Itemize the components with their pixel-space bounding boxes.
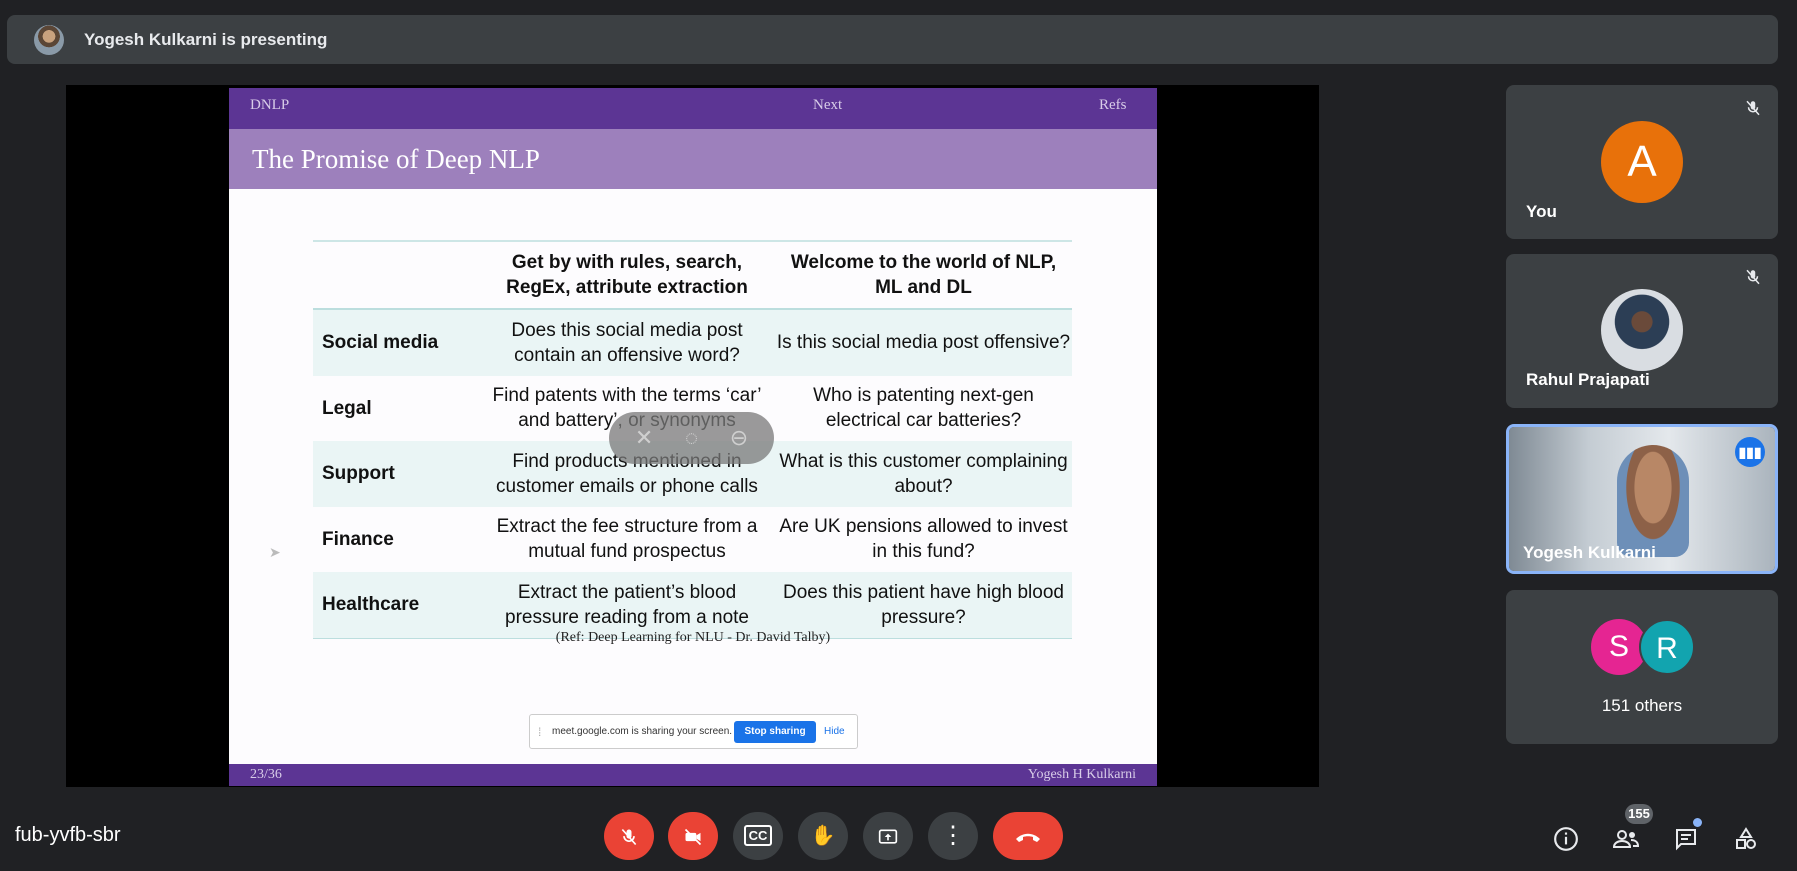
participant-tile-yogesh[interactable]: ▮▮▮ Yogesh Kulkarni: [1506, 424, 1778, 574]
captions-button[interactable]: CC: [733, 812, 783, 860]
more-options-icon: ⋮: [941, 822, 965, 849]
row-deep-cell: Is this social media post offensive?: [775, 309, 1072, 376]
others-count: 151 others: [1601, 696, 1683, 715]
speaking-indicator-icon: ▮▮▮: [1735, 437, 1765, 467]
presenter-avatar: [34, 24, 64, 55]
slide-nav-right: Refs: [1099, 97, 1127, 113]
others-tile[interactable]: S R 151 others: [1506, 590, 1778, 744]
camera-off-icon: [684, 828, 702, 845]
row-deep-cell: What is this customer complaining about?: [775, 441, 1072, 507]
mic-off-icon: [1742, 268, 1764, 290]
remove-icon[interactable]: ⊖: [730, 425, 748, 451]
table-row: Social media Does this social media post…: [313, 309, 1072, 376]
slide-footer: 23/36 Yogesh H Kulkarni: [229, 764, 1157, 786]
participant-tile-rahul[interactable]: Rahul Prajapati: [1506, 254, 1778, 408]
row-deep-cell: Who is patenting next-gen electrical car…: [813, 385, 1034, 432]
more-options-button[interactable]: ⋮: [928, 812, 978, 860]
presenter-text: Yogesh Kulkarni is presenting: [84, 29, 328, 49]
participant-face: [1617, 445, 1689, 557]
present-icon: [878, 829, 898, 844]
unpin-icon[interactable]: ✕: [635, 425, 653, 451]
stop-sharing-button[interactable]: Stop sharing: [734, 721, 816, 743]
avatar: R: [1639, 619, 1695, 675]
activities-icon: [1736, 827, 1756, 850]
camera-toggle-button[interactable]: [668, 812, 718, 860]
drag-handle-icon[interactable]: ⁞: [538, 725, 541, 739]
present-button[interactable]: [863, 812, 913, 860]
slide-nav-left: DNLP: [250, 97, 290, 113]
table-header-rules: Get by with rules, search, RegEx, attrib…: [506, 252, 748, 298]
activities-button[interactable]: [1728, 820, 1764, 856]
raise-hand-button[interactable]: ✋: [798, 812, 848, 860]
slide-title: The Promise of Deep NLP: [252, 144, 540, 174]
sharing-banner: ⁞ meet.google.com is sharing your screen…: [529, 714, 858, 749]
row-label: Finance: [322, 528, 394, 550]
row-label: Social media: [313, 309, 479, 376]
table-row: Healthcare Extract the patient’s blood p…: [313, 572, 1072, 638]
avatar: A: [1601, 121, 1683, 203]
people-count-badge: 155: [1625, 804, 1653, 824]
row-label: Legal: [322, 397, 372, 419]
mic-off-icon: [621, 828, 637, 845]
row-deep-cell: Does this patient have high blood pressu…: [775, 572, 1072, 638]
raise-hand-icon: ✋: [810, 825, 836, 847]
chat-icon: [1676, 829, 1696, 851]
row-label: Healthcare: [313, 572, 479, 638]
participant-name: Yogesh Kulkarni: [1523, 543, 1656, 562]
sharing-message: meet.google.com is sharing your screen.: [552, 726, 733, 737]
table-row: Finance Extract the fee structure from a…: [313, 507, 1072, 573]
slide-nav-bar: DNLP Next Refs: [229, 88, 1157, 129]
info-icon: [1554, 827, 1578, 852]
slide-author: Yogesh H Kulkarni: [1027, 767, 1136, 782]
presentation-hover-controls: ✕ ◌ ⊖: [609, 412, 774, 464]
table-header-empty: [313, 241, 479, 309]
hide-banner-button[interactable]: Hide: [824, 726, 845, 737]
row-deep-cell: Are UK pensions allowed to invest in thi…: [779, 516, 1068, 563]
slide-page-number: 23/36: [250, 767, 282, 782]
bottom-control-bar: fub-yvfb-sbr CC ✋ ⋮ 155: [0, 796, 1797, 871]
avatar: [1601, 289, 1683, 371]
table-header-deep: Welcome to the world of NLP, ML and DL: [790, 252, 1057, 298]
end-call-icon: [1016, 833, 1040, 842]
presenter-bar: Yogesh Kulkarni is presenting: [7, 15, 1778, 64]
row-rules-cell: Extract the fee structure from a mutual …: [496, 516, 758, 563]
chat-notification-dot: [1693, 818, 1702, 827]
row-rules-cell: Does this social media post contain an o…: [479, 309, 775, 376]
people-button[interactable]: [1608, 820, 1644, 856]
slide-title-bar: The Promise of Deep NLP: [229, 129, 1157, 189]
table-header-row: Get by with rules, search, RegEx, attrib…: [313, 241, 1072, 309]
mouse-cursor-icon: ➤: [269, 544, 281, 560]
slide-reference: (Ref: Deep Learning for NLU - Dr. David …: [555, 630, 831, 645]
people-icon: [1612, 830, 1640, 849]
participant-tile-you[interactable]: A You: [1506, 85, 1778, 239]
end-call-button[interactable]: [993, 812, 1063, 860]
captions-icon: CC: [743, 825, 773, 846]
row-rules-cell: Extract the patient’s blood pressure rea…: [479, 572, 775, 638]
slide-nav-center: Next: [813, 97, 843, 113]
mute-presentation-icon[interactable]: ◌: [685, 425, 698, 451]
mic-toggle-button[interactable]: [604, 812, 654, 860]
meeting-code: fub-yvfb-sbr: [15, 824, 121, 846]
row-label: Support: [313, 441, 479, 507]
mic-off-icon: [1742, 99, 1764, 121]
participant-name: You: [1526, 202, 1557, 221]
meeting-details-button[interactable]: [1548, 820, 1584, 856]
participant-name: Rahul Prajapati: [1526, 370, 1650, 389]
